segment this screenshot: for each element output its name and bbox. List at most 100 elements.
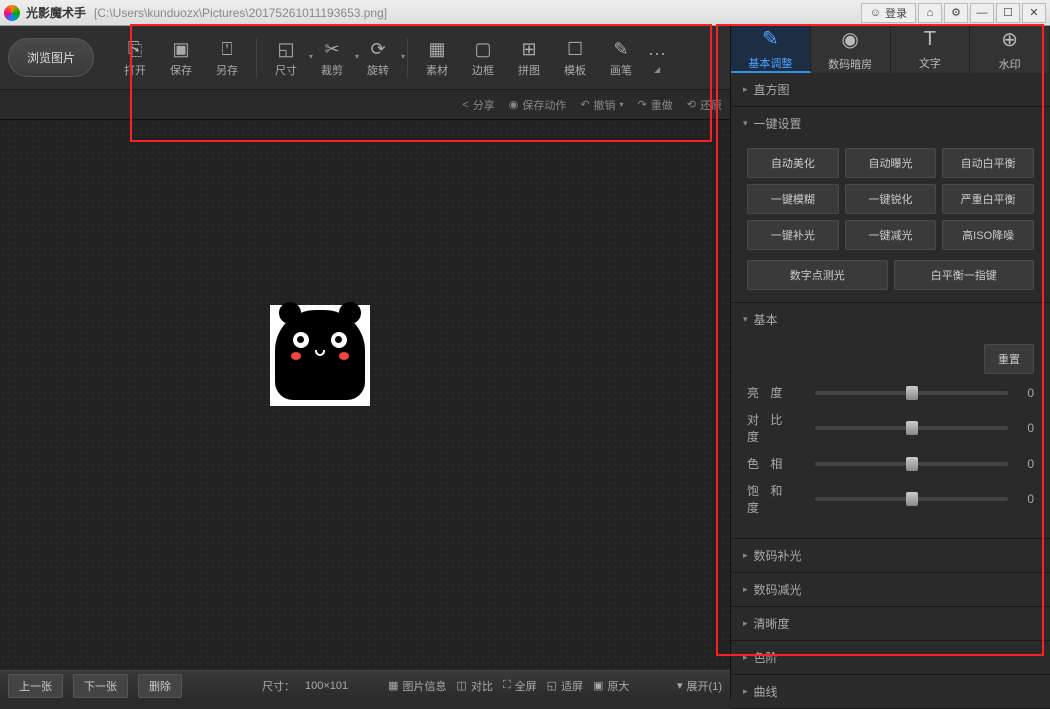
section-数码减光[interactable]: 数码减光 bbox=[731, 573, 1050, 606]
slider-亮度: 亮 度0 bbox=[747, 384, 1034, 401]
slider-thumb[interactable] bbox=[906, 492, 918, 506]
tool-label: 保存 bbox=[170, 62, 192, 78]
compare-button[interactable]: ◫ 对比 bbox=[457, 678, 493, 694]
tool-label: 拼图 bbox=[518, 62, 540, 78]
section-数码补光[interactable]: 数码补光 bbox=[731, 539, 1050, 572]
preset-严重白平衡[interactable]: 严重白平衡 bbox=[942, 184, 1034, 214]
tool-素材[interactable]: ▦素材 bbox=[416, 32, 458, 84]
slider-色相: 色 相0 bbox=[747, 455, 1034, 472]
slider-thumb[interactable] bbox=[906, 386, 918, 400]
redo-button[interactable]: ↷重做 bbox=[638, 97, 673, 113]
undo-icon: ↶ bbox=[580, 98, 589, 111]
slider-饱和度: 饱 和 度0 bbox=[747, 482, 1034, 516]
more-tools-button[interactable]: ··· ◢ bbox=[642, 32, 672, 84]
tab-label: 基本调整 bbox=[748, 55, 792, 71]
size-label: 尺寸： bbox=[262, 678, 295, 694]
size-value: 100×101 bbox=[305, 680, 348, 692]
prev-image-button[interactable]: 上一张 bbox=[8, 674, 63, 698]
delete-button[interactable]: 删除 bbox=[138, 674, 182, 698]
tool-边框[interactable]: ▢边框 bbox=[462, 32, 504, 84]
tool-icon: ⍞ bbox=[222, 38, 233, 62]
login-label: 登录 bbox=[885, 5, 907, 21]
preset-白平衡一指键[interactable]: 白平衡一指键 bbox=[894, 260, 1035, 290]
main-toolbar: 浏览图片 ⎘打开▣保存⍞另存◱尺寸✂裁剪⟳旋转▦素材▢边框⊞拼图☐模板✎画笔 ·… bbox=[0, 26, 730, 90]
restore-button[interactable]: ⟲ 还原 bbox=[687, 97, 722, 113]
fullscreen-button[interactable]: ⛶ 全屏 bbox=[503, 678, 537, 694]
tool-打开[interactable]: ⎘打开 bbox=[114, 32, 156, 84]
restore-label: 还原 bbox=[700, 97, 722, 113]
section-曲线[interactable]: 曲线 bbox=[731, 675, 1050, 708]
preset-一键补光[interactable]: 一键补光 bbox=[747, 220, 839, 250]
tool-label: 模板 bbox=[564, 62, 586, 78]
restore-icon: ⟲ bbox=[687, 98, 696, 111]
slider-thumb[interactable] bbox=[906, 421, 918, 435]
section-basic[interactable]: 基本 bbox=[731, 303, 1050, 336]
preset-高ISO降噪[interactable]: 高ISO降噪 bbox=[942, 220, 1034, 250]
tab-基本调整[interactable]: ✎基本调整 bbox=[731, 26, 811, 73]
preset-自动美化[interactable]: 自动美化 bbox=[747, 148, 839, 178]
share-label: 分享 bbox=[473, 97, 495, 113]
tool-尺寸[interactable]: ◱尺寸 bbox=[265, 32, 307, 84]
slider-track[interactable] bbox=[815, 462, 1008, 466]
minimize-icon[interactable]: — bbox=[970, 3, 994, 23]
login-button[interactable]: ☺ 登录 bbox=[861, 3, 916, 23]
settings-icon[interactable]: ⚙ bbox=[944, 3, 968, 23]
share-button[interactable]: <分享 bbox=[462, 97, 494, 113]
fit-screen-button[interactable]: ◱ 适屏 bbox=[547, 678, 583, 694]
tab-label: 数码暗房 bbox=[828, 56, 872, 72]
section-清晰度[interactable]: 清晰度 bbox=[731, 607, 1050, 640]
tool-画笔[interactable]: ✎画笔 bbox=[600, 32, 642, 84]
preset-一键锐化[interactable]: 一键锐化 bbox=[845, 184, 937, 214]
tool-label: 旋转 bbox=[367, 62, 389, 78]
original-size-button[interactable]: ▣ 原大 bbox=[593, 678, 629, 694]
save-action-button[interactable]: ◉保存动作 bbox=[509, 97, 567, 113]
slider-label: 饱 和 度 bbox=[747, 482, 807, 516]
tool-裁剪[interactable]: ✂裁剪 bbox=[311, 32, 353, 84]
tool-label: 裁剪 bbox=[321, 62, 343, 78]
slider-track[interactable] bbox=[815, 426, 1008, 430]
maximize-icon[interactable]: ☐ bbox=[996, 3, 1020, 23]
slider-track[interactable] bbox=[815, 497, 1008, 501]
tool-icon: ▣ bbox=[173, 38, 190, 62]
file-path: [C:\Users\kunduozx\Pictures\201752610111… bbox=[94, 6, 861, 20]
home-icon[interactable]: ⌂ bbox=[918, 3, 942, 23]
preset-数字点测光[interactable]: 数字点测光 bbox=[747, 260, 888, 290]
tool-另存[interactable]: ⍞另存 bbox=[206, 32, 248, 84]
section-histogram[interactable]: 直方图 bbox=[731, 73, 1050, 106]
camera-icon: ◉ bbox=[509, 98, 519, 111]
preset-自动曝光[interactable]: 自动曝光 bbox=[845, 148, 937, 178]
reset-button[interactable]: 重置 bbox=[984, 344, 1034, 374]
expand-label: 展开(1) bbox=[687, 678, 722, 694]
tool-模板[interactable]: ☐模板 bbox=[554, 32, 596, 84]
tab-文字[interactable]: T文字 bbox=[891, 26, 971, 73]
slider-value: 0 bbox=[1016, 421, 1034, 435]
tool-label: 打开 bbox=[124, 62, 146, 78]
tool-icon: ⊞ bbox=[521, 38, 536, 62]
tool-旋转[interactable]: ⟳旋转 bbox=[357, 32, 399, 84]
tool-icon: ☐ bbox=[567, 38, 583, 62]
tool-保存[interactable]: ▣保存 bbox=[160, 32, 202, 84]
save-action-label: 保存动作 bbox=[522, 97, 566, 113]
slider-thumb[interactable] bbox=[906, 457, 918, 471]
undo-button[interactable]: ↶撤销▾ bbox=[580, 97, 623, 113]
next-image-button[interactable]: 下一张 bbox=[73, 674, 128, 698]
fit-label: 适屏 bbox=[561, 678, 583, 694]
preset-一键模糊[interactable]: 一键模糊 bbox=[747, 184, 839, 214]
preset-一键减光[interactable]: 一键减光 bbox=[845, 220, 937, 250]
slider-track[interactable] bbox=[815, 391, 1008, 395]
tool-拼图[interactable]: ⊞拼图 bbox=[508, 32, 550, 84]
canvas-area[interactable] bbox=[0, 120, 730, 670]
browse-button[interactable]: 浏览图片 bbox=[8, 38, 94, 77]
image-info-button[interactable]: ▦ 图片信息 bbox=[388, 678, 446, 694]
tab-icon: ◉ bbox=[841, 27, 858, 52]
tab-数码暗房[interactable]: ◉ 数码暗房 bbox=[811, 26, 891, 73]
tool-label: 尺寸 bbox=[275, 62, 297, 78]
image-preview[interactable] bbox=[270, 305, 370, 406]
tab-水印[interactable]: ⊕水印 bbox=[970, 26, 1050, 73]
preset-自动白平衡[interactable]: 自动白平衡 bbox=[942, 148, 1034, 178]
close-icon[interactable]: ✕ bbox=[1022, 3, 1046, 23]
expand-button[interactable]: ▾ 展开(1) bbox=[677, 678, 722, 694]
section-oneclick[interactable]: 一键设置 bbox=[731, 107, 1050, 140]
section-色阶[interactable]: 色阶 bbox=[731, 641, 1050, 674]
tool-label: 边框 bbox=[472, 62, 494, 78]
